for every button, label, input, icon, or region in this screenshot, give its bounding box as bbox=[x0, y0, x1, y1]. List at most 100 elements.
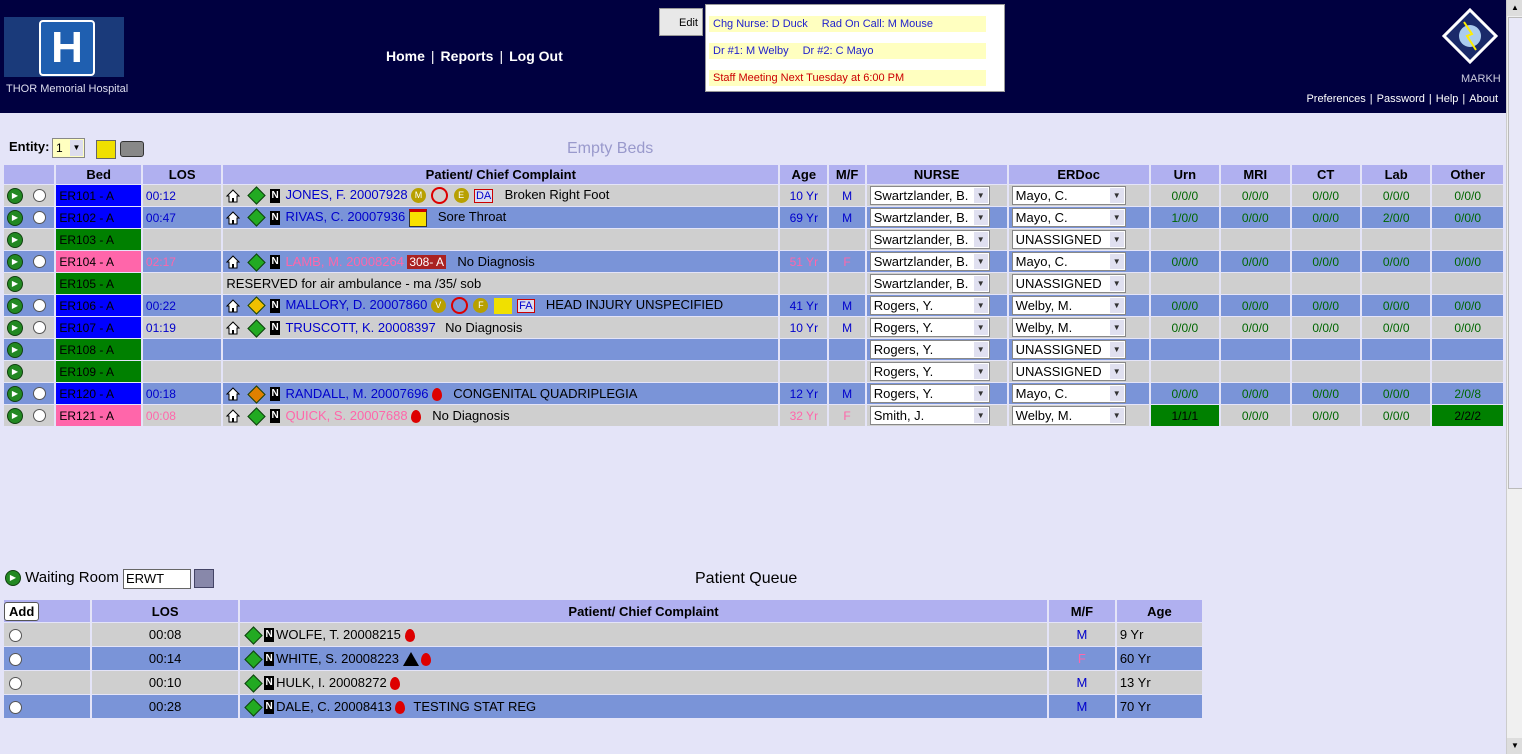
nurse-select[interactable]: Swartzlander, B. ▼ bbox=[869, 252, 990, 271]
home-icon[interactable] bbox=[226, 255, 241, 269]
play-icon[interactable]: ▶ bbox=[7, 275, 23, 292]
refresh-queue-icon[interactable] bbox=[194, 569, 214, 588]
other-count[interactable]: 0/0/0 bbox=[1432, 295, 1503, 316]
patient-link[interactable]: JONES, F. 20007928 bbox=[285, 187, 407, 202]
queue-radio[interactable] bbox=[9, 629, 22, 643]
play-icon[interactable]: ▶ bbox=[7, 231, 23, 248]
scroll-up-icon[interactable]: ▲ bbox=[1507, 0, 1522, 16]
nurse-select[interactable]: Smith, J. ▼ bbox=[869, 406, 990, 425]
mri-count[interactable]: 0/0/0 bbox=[1221, 207, 1290, 228]
row-radio[interactable] bbox=[33, 189, 46, 202]
nav-logout[interactable]: Log Out bbox=[509, 48, 563, 64]
edit-messages-button[interactable]: Edit bbox=[659, 8, 703, 36]
bed-cell[interactable]: ER101 - A bbox=[56, 185, 141, 206]
lab-count[interactable]: 0/0/0 bbox=[1361, 405, 1431, 426]
ct-count[interactable]: 0/0/0 bbox=[1291, 185, 1360, 206]
urn-count[interactable]: 0/0/0 bbox=[1150, 295, 1220, 316]
patient-link[interactable]: LAMB, M. 20008264 bbox=[285, 254, 404, 269]
erdoc-select[interactable]: Mayo, C. ▼ bbox=[1011, 186, 1126, 205]
nurse-select[interactable]: Rogers, Y. ▼ bbox=[869, 296, 990, 315]
erdoc-select[interactable]: Mayo, C. ▼ bbox=[1011, 208, 1126, 227]
mri-count[interactable]: 0/0/0 bbox=[1221, 317, 1290, 338]
empty-beds-link[interactable]: Empty Beds bbox=[567, 140, 653, 158]
vertical-scrollbar[interactable]: ▲ ▼ bbox=[1506, 0, 1522, 754]
ct-count[interactable]: 0/0/0 bbox=[1291, 251, 1360, 272]
erdoc-select[interactable]: UNASSIGNED ▼ bbox=[1011, 230, 1126, 249]
link-preferences[interactable]: Preferences bbox=[1306, 93, 1365, 105]
queue-header-mf[interactable]: M/F bbox=[1048, 600, 1115, 622]
bed-cell[interactable]: ER120 - A bbox=[56, 383, 141, 404]
header-patient[interactable]: Patient/ Chief Complaint bbox=[223, 165, 779, 184]
nurse-select[interactable]: Swartzlander, B. ▼ bbox=[869, 208, 990, 227]
header-nurse[interactable]: NURSE bbox=[866, 165, 1007, 184]
header-bed[interactable]: Bed bbox=[56, 165, 141, 184]
lab-count[interactable]: 0/0/0 bbox=[1361, 185, 1431, 206]
header-erdoc[interactable]: ERDoc bbox=[1008, 165, 1149, 184]
header-lab[interactable]: Lab bbox=[1361, 165, 1431, 184]
mri-count[interactable]: 0/0/0 bbox=[1221, 295, 1290, 316]
queue-patient-name[interactable]: HULK, I. 20008272 bbox=[276, 675, 387, 690]
other-count[interactable]: 2/2/2 bbox=[1432, 405, 1503, 426]
urn-count[interactable]: 0/0/0 bbox=[1150, 317, 1220, 338]
header-other[interactable]: Other bbox=[1432, 165, 1503, 184]
patient-link[interactable]: RANDALL, M. 20007696 bbox=[285, 386, 428, 401]
link-about[interactable]: About bbox=[1469, 93, 1498, 105]
nurse-select[interactable]: Rogers, Y. ▼ bbox=[869, 340, 990, 359]
mri-count[interactable]: 0/0/0 bbox=[1221, 405, 1290, 426]
erdoc-select[interactable]: Welby, M. ▼ bbox=[1011, 318, 1126, 337]
lab-count[interactable]: 0/0/0 bbox=[1361, 317, 1431, 338]
nurse-select[interactable]: Rogers, Y. ▼ bbox=[869, 318, 990, 337]
ct-count[interactable]: 0/0/0 bbox=[1291, 207, 1360, 228]
urn-count[interactable]: 1/1/1 bbox=[1150, 405, 1220, 426]
header-mf[interactable]: M/F bbox=[829, 165, 865, 184]
bed-cell[interactable]: ER107 - A bbox=[56, 317, 141, 338]
queue-patient-name[interactable]: WHITE, S. 20008223 bbox=[276, 651, 399, 666]
other-count[interactable]: 0/0/0 bbox=[1432, 207, 1503, 228]
erdoc-select[interactable]: Mayo, C. ▼ bbox=[1011, 384, 1126, 403]
bed-cell[interactable]: ER106 - A bbox=[56, 295, 141, 316]
queue-radio[interactable] bbox=[9, 653, 22, 667]
nav-reports[interactable]: Reports bbox=[441, 48, 494, 64]
entity-select[interactable]: 1 ▼ bbox=[52, 138, 85, 158]
row-radio[interactable] bbox=[33, 211, 46, 224]
patient-link[interactable]: MALLORY, D. 20007860 bbox=[285, 297, 427, 312]
ct-count[interactable]: 0/0/0 bbox=[1291, 317, 1360, 338]
urn-count[interactable]: 0/0/0 bbox=[1150, 383, 1220, 404]
patient-link[interactable]: QUICK, S. 20007688 bbox=[285, 408, 407, 423]
urn-count[interactable]: 0/0/0 bbox=[1150, 251, 1220, 272]
pager-icon[interactable] bbox=[120, 141, 144, 157]
bed-cell[interactable]: ER105 - A bbox=[56, 273, 141, 294]
row-radio[interactable] bbox=[33, 409, 46, 422]
refresh-board-icon[interactable] bbox=[96, 140, 116, 159]
header-age[interactable]: Age bbox=[780, 165, 828, 184]
mri-count[interactable]: 0/0/0 bbox=[1221, 185, 1290, 206]
row-radio[interactable] bbox=[33, 299, 46, 312]
erdoc-select[interactable]: UNASSIGNED ▼ bbox=[1011, 340, 1126, 359]
play-icon[interactable]: ▶ bbox=[7, 297, 23, 314]
mri-count[interactable]: 0/0/0 bbox=[1221, 383, 1290, 404]
header-ct[interactable]: CT bbox=[1291, 165, 1360, 184]
row-radio[interactable] bbox=[33, 255, 46, 268]
erdoc-select[interactable]: Welby, M. ▼ bbox=[1011, 296, 1126, 315]
ct-count[interactable]: 0/0/0 bbox=[1291, 383, 1360, 404]
play-icon[interactable]: ▶ bbox=[7, 209, 23, 226]
other-count[interactable]: 0/0/0 bbox=[1432, 251, 1503, 272]
home-icon[interactable] bbox=[226, 298, 241, 313]
nurse-select[interactable]: Swartzlander, B. ▼ bbox=[869, 230, 990, 249]
header-urn[interactable]: Urn bbox=[1150, 165, 1220, 184]
nurse-select[interactable]: Swartzlander, B. ▼ bbox=[869, 274, 990, 293]
bed-cell[interactable]: ER108 - A bbox=[56, 339, 141, 360]
queue-patient-name[interactable]: DALE, C. 20008413 bbox=[276, 699, 392, 714]
nav-home[interactable]: Home bbox=[386, 48, 425, 64]
patient-link[interactable]: TRUSCOTT, K. 20008397 bbox=[285, 320, 435, 335]
queue-radio[interactable] bbox=[9, 701, 22, 715]
patient-link[interactable]: RIVAS, C. 20007936 bbox=[285, 209, 405, 224]
queue-radio[interactable] bbox=[9, 677, 22, 691]
home-icon[interactable] bbox=[226, 409, 241, 423]
bed-cell[interactable]: ER109 - A bbox=[56, 361, 141, 382]
play-icon[interactable]: ▶ bbox=[7, 187, 23, 204]
lab-count[interactable]: 2/0/0 bbox=[1361, 207, 1431, 228]
play-icon[interactable]: ▶ bbox=[7, 341, 23, 358]
erdoc-select[interactable]: UNASSIGNED ▼ bbox=[1011, 362, 1126, 381]
link-help[interactable]: Help bbox=[1436, 93, 1459, 105]
